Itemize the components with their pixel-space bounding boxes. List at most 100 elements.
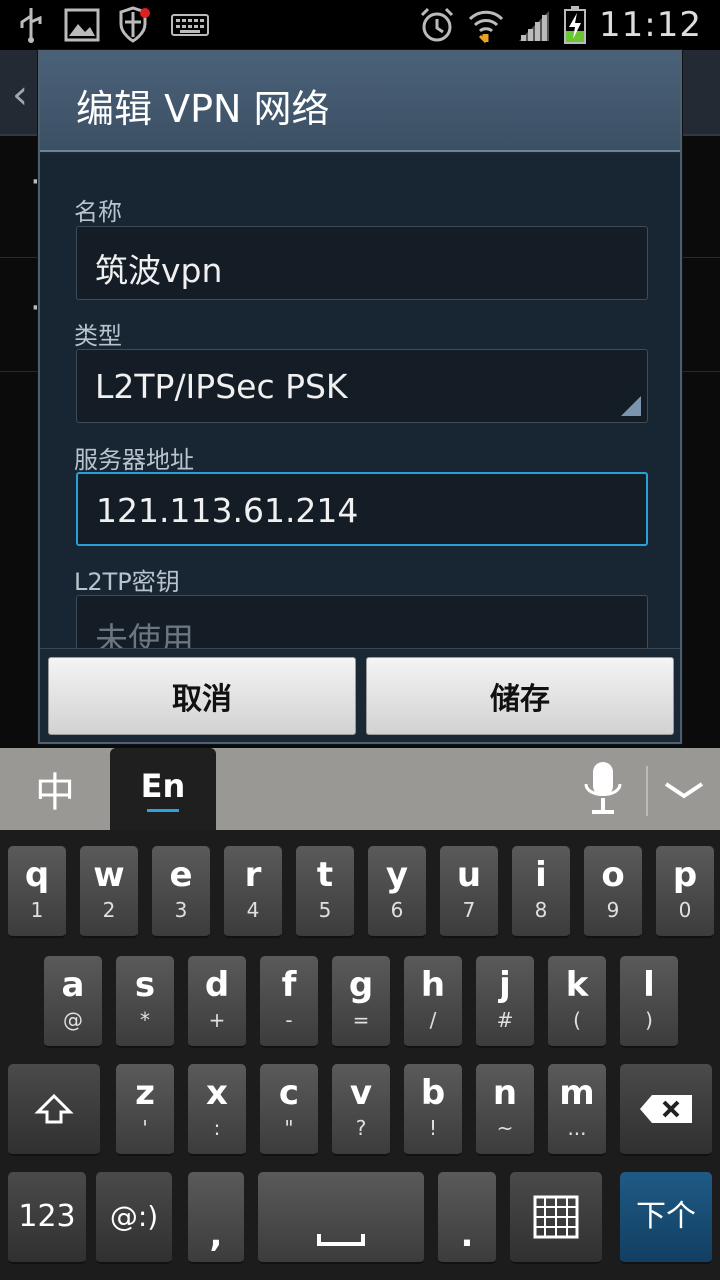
- key-b[interactable]: b!: [404, 1064, 462, 1156]
- key-i[interactable]: i8: [512, 846, 570, 938]
- key-label: a: [61, 965, 85, 1005]
- key-x[interactable]: x:: [188, 1064, 246, 1156]
- keyboard-toolbar: 中 En: [0, 748, 720, 830]
- shift-arrow-icon: [34, 1093, 74, 1124]
- status-bar: 11:12: [0, 0, 720, 50]
- key-y[interactable]: y6: [368, 846, 426, 938]
- active-indicator: [147, 808, 179, 812]
- key-n[interactable]: n ~: [476, 1064, 534, 1156]
- keyboard-layout-icon: [533, 1195, 579, 1239]
- key-label: p: [672, 855, 698, 895]
- key-label: x: [206, 1073, 228, 1113]
- server-address-input[interactable]: 121.113.61.214: [76, 472, 648, 546]
- type-spinner[interactable]: L2TP/IPSec PSK: [76, 349, 648, 423]
- english-mode-tab[interactable]: En: [110, 748, 216, 830]
- key-c[interactable]: c ": [260, 1064, 318, 1156]
- key-sublabel: 5: [318, 898, 332, 922]
- microphone-icon[interactable]: [578, 758, 628, 820]
- dialog-form: 名称 筑波vpn 类型 L2TP/IPSec PSK 服务器地址 121.113…: [40, 154, 680, 648]
- key-l[interactable]: l): [620, 956, 678, 1048]
- shift-key[interactable]: [8, 1064, 100, 1156]
- key-sublabel: ': [142, 1116, 148, 1140]
- key-sublabel: ": [284, 1116, 294, 1140]
- wifi-icon: [468, 10, 504, 44]
- dropdown-triangle-icon: [621, 396, 641, 416]
- clock: 11:12: [599, 5, 702, 45]
- key-r[interactable]: r4: [224, 846, 282, 938]
- key-sublabel: *: [140, 1008, 150, 1032]
- key-e[interactable]: e3: [152, 846, 210, 938]
- key-j[interactable]: j #: [476, 956, 534, 1048]
- key-label: w: [93, 855, 125, 895]
- key-g[interactable]: g =: [332, 956, 390, 1048]
- notification-icons: [16, 6, 210, 44]
- name-value: 筑波vpn: [95, 251, 223, 290]
- key-label: z: [135, 1073, 155, 1113]
- key-p[interactable]: p0: [656, 846, 714, 938]
- key-label: b: [420, 1073, 446, 1113]
- settings-key[interactable]: [510, 1172, 602, 1264]
- key-sublabel: 0: [678, 898, 692, 922]
- usb-icon: [20, 8, 42, 43]
- key-z[interactable]: z ': [116, 1064, 174, 1156]
- key-w[interactable]: w2: [80, 846, 138, 938]
- key-label: l: [643, 965, 655, 1005]
- edit-vpn-dialog: 编辑 VPN 网络 名称 筑波vpn 类型 L2TP/IPSec PSK 服务器…: [38, 50, 682, 744]
- key-v[interactable]: v?: [332, 1064, 390, 1156]
- key-sublabel: :: [213, 1116, 221, 1140]
- key-q[interactable]: q1: [8, 846, 66, 938]
- key-k[interactable]: k(: [548, 956, 606, 1048]
- key-sublabel: 3: [174, 898, 188, 922]
- key-label: y: [385, 855, 409, 895]
- system-icons: 11:12: [419, 4, 702, 46]
- emoticon-key[interactable]: @:): [96, 1172, 172, 1264]
- save-button[interactable]: 储存: [366, 657, 674, 735]
- key-sublabel: 7: [462, 898, 476, 922]
- key-s[interactable]: s *: [116, 956, 174, 1048]
- key-label: n: [492, 1073, 518, 1113]
- period-key[interactable]: .: [438, 1172, 496, 1264]
- key-d[interactable]: d +: [188, 956, 246, 1048]
- l2tp-secret-input[interactable]: 未使用: [76, 595, 648, 648]
- signal-icon: [519, 11, 550, 41]
- key-sublabel: =: [352, 1008, 370, 1032]
- key-label: c: [278, 1073, 300, 1113]
- key-sublabel: 2: [102, 898, 116, 922]
- name-input[interactable]: 筑波vpn: [76, 226, 648, 300]
- numbers-key[interactable]: 123: [8, 1172, 86, 1264]
- key-sublabel: (: [573, 1008, 581, 1032]
- image-icon: [64, 8, 100, 42]
- key-sublabel: +: [208, 1008, 226, 1032]
- key-f[interactable]: f-: [260, 956, 318, 1048]
- back-icon: ‹: [12, 72, 28, 118]
- key-sublabel: 6: [390, 898, 404, 922]
- key-label: q: [24, 855, 50, 895]
- type-label: 类型: [74, 322, 122, 350]
- chinese-mode-tab[interactable]: 中: [0, 748, 110, 830]
- hide-keyboard-icon[interactable]: [662, 776, 706, 806]
- key-label: e: [169, 855, 193, 895]
- key-m[interactable]: m...: [548, 1064, 606, 1156]
- key-sublabel: 9: [606, 898, 620, 922]
- key-sublabel: /: [429, 1008, 437, 1032]
- key-label: g: [348, 965, 374, 1005]
- key-t[interactable]: t5: [296, 846, 354, 938]
- key-a[interactable]: a @: [44, 956, 102, 1048]
- key-label: j: [499, 965, 511, 1005]
- key-sublabel: 4: [246, 898, 260, 922]
- toolbar-divider: [646, 766, 648, 816]
- l2tp-secret-placeholder: 未使用: [95, 620, 194, 648]
- key-o[interactable]: o9: [584, 846, 642, 938]
- alarm-icon: [420, 7, 454, 42]
- key-u[interactable]: u7: [440, 846, 498, 938]
- backspace-key[interactable]: [620, 1064, 712, 1156]
- dialog-title: 编辑 VPN 网络: [76, 87, 330, 131]
- key-h[interactable]: h /: [404, 956, 462, 1048]
- battery-charging-icon: [564, 6, 587, 44]
- comma-key[interactable]: ,: [188, 1172, 244, 1264]
- key-sublabel: @: [63, 1008, 83, 1032]
- cancel-button[interactable]: 取消: [48, 657, 356, 735]
- next-key[interactable]: 下个: [620, 1172, 712, 1264]
- shield-alert-icon: [119, 6, 150, 43]
- space-key[interactable]: [258, 1172, 424, 1264]
